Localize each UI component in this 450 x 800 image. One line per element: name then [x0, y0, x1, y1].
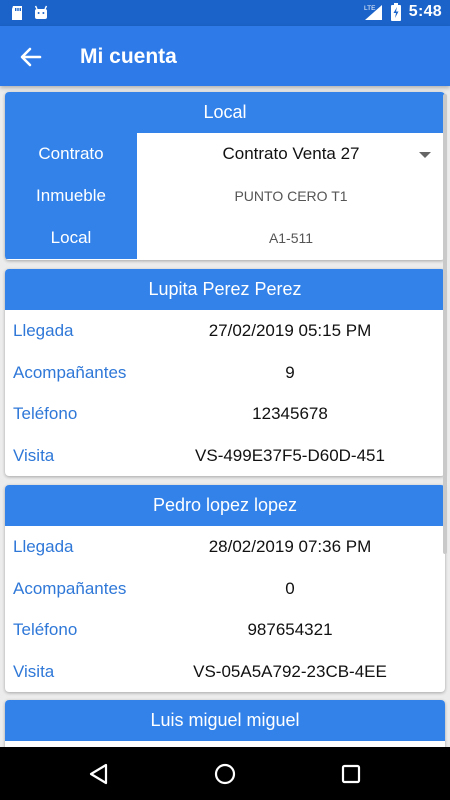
- svg-text:LTE: LTE: [364, 5, 376, 12]
- visit-row: Visita VS-499E37F5-D60D-451: [5, 435, 445, 477]
- visitor-name: Lupita Perez Perez: [5, 269, 445, 310]
- companions-label: Acompañantes: [13, 578, 127, 598]
- home-circle-icon[interactable]: [212, 761, 238, 787]
- scrollbar[interactable]: [443, 94, 447, 554]
- visit-value: VS-05A5A792-23CB-4EE: [193, 661, 387, 681]
- phone-label: Teléfono: [13, 620, 78, 639]
- arrival-label: Llegada: [13, 321, 74, 340]
- contract-row: Contrato Contrato Venta 27: [5, 133, 445, 175]
- visitor-card: Luis miguel miguel: [5, 700, 445, 747]
- visitor-name: Pedro lopez lopez: [5, 485, 445, 526]
- recents-square-icon[interactable]: [338, 761, 364, 787]
- visitor-name: Luis miguel miguel: [5, 700, 445, 741]
- sd-card-icon: [12, 6, 22, 20]
- status-bar: LTE 5:48: [0, 0, 450, 26]
- local-card-header: Local: [5, 92, 445, 133]
- unit-label: Local: [5, 217, 137, 259]
- nav-bar: [0, 747, 450, 800]
- contract-label: Contrato: [5, 133, 137, 175]
- page-title: Mi cuenta: [80, 45, 177, 68]
- contract-select[interactable]: Contrato Venta 27: [137, 133, 445, 175]
- phone-label: Teléfono: [13, 404, 78, 423]
- back-triangle-icon[interactable]: [86, 761, 112, 787]
- dropdown-caret-icon: [419, 152, 431, 158]
- property-label: Inmueble: [5, 175, 137, 217]
- property-value: PUNTO CERO T1: [234, 188, 348, 204]
- arrow-back-icon[interactable]: [16, 42, 46, 72]
- battery-charging-icon: [390, 3, 401, 21]
- phone-row: Teléfono 987654321: [5, 609, 445, 651]
- visitor-card: Lupita Perez Perez Llegada 27/02/2019 05…: [5, 269, 445, 476]
- app-bar: Mi cuenta: [0, 26, 450, 86]
- arrival-row: Llegada 27/02/2019 05:15 PM: [5, 310, 445, 352]
- phone-value: 12345678: [252, 404, 328, 423]
- phone-row: Teléfono 12345678: [5, 393, 445, 435]
- visit-label: Visita: [13, 445, 55, 465]
- contract-select-value: Contrato Venta 27: [222, 144, 360, 163]
- companions-value: 9: [285, 362, 295, 382]
- clock: 5:48: [408, 3, 442, 20]
- unit-value: A1-511: [268, 230, 314, 246]
- unit-row: Local A1-511: [5, 217, 445, 259]
- content-scroll[interactable]: Local Contrato Contrato Venta 27 Inmuebl…: [0, 86, 450, 747]
- arrival-value: 28/02/2019 07:36 PM: [208, 537, 372, 556]
- visit-row: Visita VS-05A5A792-23CB-4EE: [5, 651, 445, 693]
- property-row: Inmueble PUNTO CERO T1: [5, 175, 445, 217]
- arrival-row: Llegada 28/02/2019 07:36 PM: [5, 526, 445, 568]
- arrival-value: 27/02/2019 05:15 PM: [208, 321, 372, 340]
- companions-row: Acompañantes 9: [5, 352, 445, 394]
- visitor-card: Pedro lopez lopez Llegada 28/02/2019 07:…: [5, 485, 445, 692]
- visit-label: Visita: [13, 661, 55, 681]
- visit-value: VS-499E37F5-D60D-451: [195, 445, 385, 465]
- phone-value: 987654321: [247, 620, 333, 639]
- companions-value: 0: [285, 578, 295, 598]
- lte-signal-icon: LTE: [364, 5, 382, 20]
- companions-row: Acompañantes 0: [5, 568, 445, 610]
- arrival-label: Llegada: [13, 537, 74, 556]
- local-card: Local Contrato Contrato Venta 27 Inmuebl…: [5, 92, 445, 260]
- android-icon: [34, 5, 48, 19]
- companions-label: Acompañantes: [13, 362, 127, 382]
